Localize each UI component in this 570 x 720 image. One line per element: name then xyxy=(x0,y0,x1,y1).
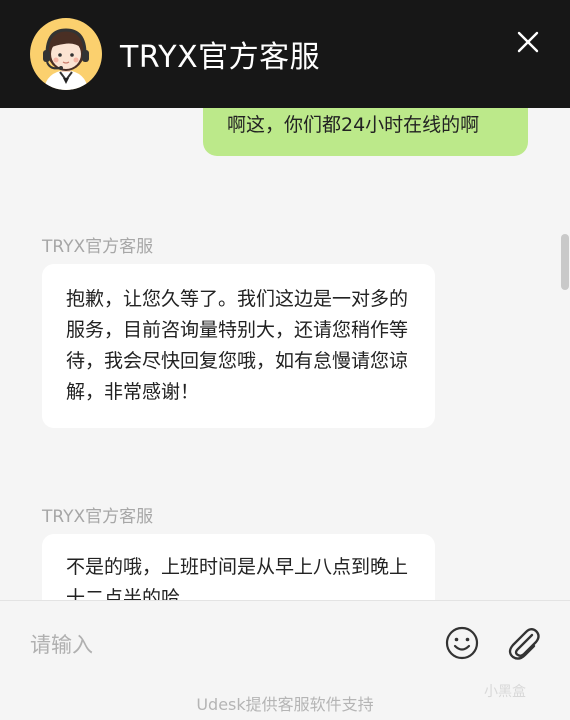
customer-service-avatar-icon xyxy=(30,18,102,90)
watermark: 小黑盒 xyxy=(484,684,526,700)
message-list[interactable]: 啊这，你们都24小时在线的啊 TRYX官方客服 抱歉，让您久等了。我们这边是一对… xyxy=(0,108,570,600)
sender-name: TRYX官方客服 xyxy=(42,237,154,257)
message-input[interactable] xyxy=(30,627,410,663)
attachment-icon[interactable] xyxy=(504,623,542,661)
chat-title: TRYX官方客服 xyxy=(120,40,321,75)
emoji-icon[interactable] xyxy=(444,625,480,661)
close-icon[interactable] xyxy=(510,24,546,60)
input-bar: Udesk提供客服软件支持 小黑盒 xyxy=(0,600,570,720)
incoming-message: 不是的哦，上班时间是从早上八点到晚上十二点半的哈 xyxy=(42,534,435,600)
incoming-message: 抱歉，让您久等了。我们这边是一对多的服务，目前咨询量特别大，还请您稍作等待，我会… xyxy=(42,264,435,428)
outgoing-message: 啊这，你们都24小时在线的啊 xyxy=(203,108,528,156)
sender-name: TRYX官方客服 xyxy=(42,507,154,527)
chat-header: TRYX官方客服 xyxy=(0,0,570,108)
scrollbar[interactable] xyxy=(561,234,569,290)
